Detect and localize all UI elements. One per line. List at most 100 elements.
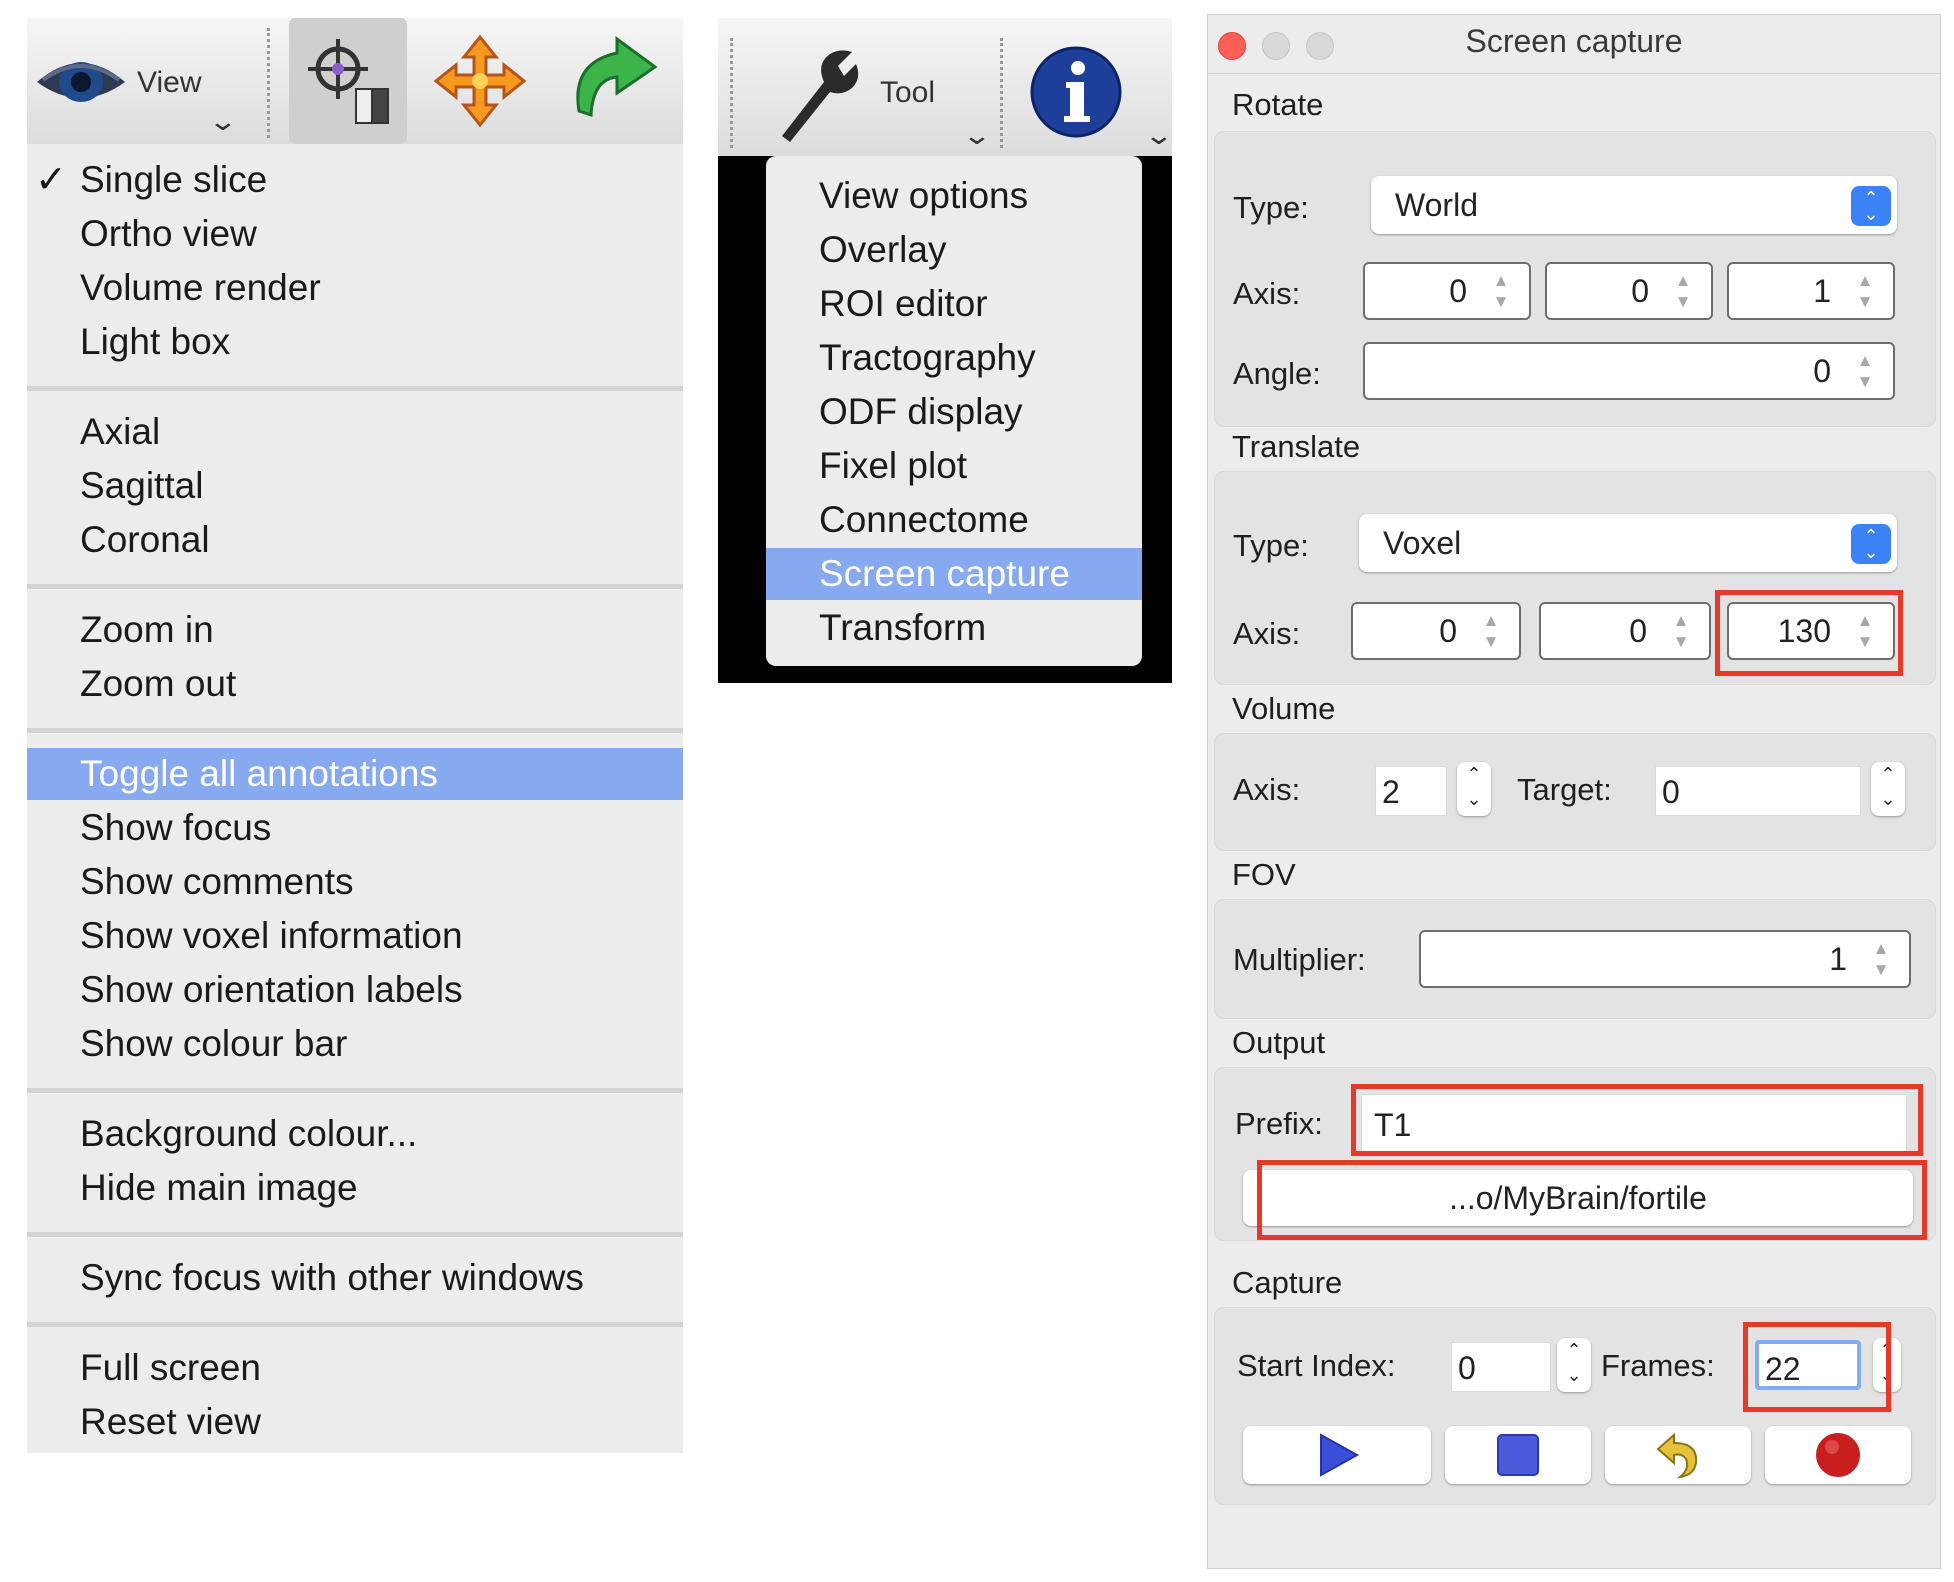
translate-axis-y-spinbox[interactable]: 0 ▲ ▼ bbox=[1539, 602, 1711, 660]
restart-button[interactable] bbox=[1605, 1426, 1751, 1484]
menu-item-show-voxel-information[interactable]: Show voxel information bbox=[27, 910, 683, 962]
menu-item-view-options[interactable]: View options bbox=[766, 170, 1142, 222]
menu-item-reset-view[interactable]: Reset view bbox=[27, 1396, 683, 1448]
capture-section-title: Capture bbox=[1232, 1265, 1343, 1300]
menu-item-transform[interactable]: Transform bbox=[766, 602, 1142, 654]
menu-item-single-slice[interactable]: ✓ Single slice bbox=[27, 154, 683, 206]
record-button[interactable] bbox=[1765, 1426, 1911, 1484]
spin-arrows-icon[interactable]: ▲ ▼ bbox=[1669, 610, 1693, 654]
menu-item-coronal[interactable]: Coronal bbox=[27, 514, 683, 566]
menu-item-axial[interactable]: Axial bbox=[27, 406, 683, 458]
menu-item-show-comments[interactable]: Show comments bbox=[27, 856, 683, 908]
view-menu-button[interactable]: View ⌄ bbox=[27, 18, 262, 144]
info-button[interactable]: ⌄ bbox=[1018, 18, 1175, 156]
spin-arrows-icon[interactable]: ▲ ▼ bbox=[1853, 270, 1877, 314]
menu-item-label: Show colour bar bbox=[80, 1023, 348, 1064]
tool-menu-button[interactable]: Tool ⌄ bbox=[738, 18, 992, 156]
volume-target-field[interactable]: 0 bbox=[1655, 766, 1861, 816]
menu-item-label: Toggle all annotations bbox=[80, 753, 438, 794]
menu-item-show-orientation-labels[interactable]: Show orientation labels bbox=[27, 964, 683, 1016]
volume-axis-field[interactable]: 2 bbox=[1375, 766, 1447, 816]
spin-arrows-icon[interactable]: ▲ ▼ bbox=[1671, 270, 1695, 314]
menu-item-label: Zoom out bbox=[80, 663, 237, 704]
rotate-tool-button[interactable] bbox=[555, 18, 675, 144]
rotate-type-select[interactable]: World ⌃ ⌄ bbox=[1371, 176, 1897, 234]
menu-item-label: Connectome bbox=[819, 499, 1029, 540]
field-value: 0 bbox=[1662, 774, 1680, 810]
menu-item-sync-focus[interactable]: Sync focus with other windows bbox=[27, 1252, 683, 1304]
menu-item-roi-editor[interactable]: ROI editor bbox=[766, 278, 1142, 330]
menu-item-overlay[interactable]: Overlay bbox=[766, 224, 1142, 276]
menu-item-label: Light box bbox=[80, 321, 231, 362]
menu-item-light-box[interactable]: Light box bbox=[27, 316, 683, 368]
menu-item-volume-render[interactable]: Volume render bbox=[27, 262, 683, 314]
menu-item-background-colour[interactable]: Background colour... bbox=[27, 1108, 683, 1160]
menu-item-sagittal[interactable]: Sagittal bbox=[27, 460, 683, 512]
menu-item-zoom-out[interactable]: Zoom out bbox=[27, 658, 683, 710]
menu-item-zoom-in[interactable]: Zoom in bbox=[27, 604, 683, 656]
focus-tool-button[interactable] bbox=[289, 18, 407, 144]
info-icon bbox=[1030, 46, 1122, 138]
volume-target-stepper[interactable]: ⌃ ⌄ bbox=[1871, 762, 1905, 816]
menu-item-label: Zoom in bbox=[80, 609, 214, 650]
menu-item-full-screen[interactable]: Full screen bbox=[27, 1342, 683, 1394]
fov-multiplier-label: Multiplier: bbox=[1233, 942, 1366, 977]
menu-item-connectome[interactable]: Connectome bbox=[766, 494, 1142, 546]
rotate-icon bbox=[576, 36, 658, 118]
checkmark-icon: ✓ bbox=[35, 159, 67, 201]
start-index-stepper[interactable]: ⌃ ⌄ bbox=[1557, 1338, 1591, 1392]
menu-item-ortho-view[interactable]: Ortho view bbox=[27, 208, 683, 260]
toolbar-separator bbox=[267, 28, 270, 138]
menu-item-label: Show focus bbox=[80, 807, 272, 848]
spin-arrows-icon[interactable]: ▲ ▼ bbox=[1853, 350, 1877, 394]
spin-value: 0 bbox=[1631, 273, 1649, 309]
spin-arrows-icon[interactable]: ▲ ▼ bbox=[1489, 270, 1513, 314]
rotate-axis-y-spinbox[interactable]: 0 ▲ ▼ bbox=[1545, 262, 1713, 320]
spin-arrows-icon[interactable]: ▲ ▼ bbox=[1479, 610, 1503, 654]
volume-axis-stepper[interactable]: ⌃ ⌄ bbox=[1457, 762, 1491, 816]
chevron-down-icon: ⌄ bbox=[207, 106, 239, 136]
rotate-axis-x-spinbox[interactable]: 0 ▲ ▼ bbox=[1363, 262, 1531, 320]
stop-button[interactable] bbox=[1445, 1426, 1591, 1484]
spin-value: 0 bbox=[1629, 613, 1647, 649]
rotate-type-value: World bbox=[1395, 187, 1478, 223]
start-index-field[interactable]: 0 bbox=[1451, 1342, 1551, 1392]
view-menu: ✓ Single slice Ortho view Volume render … bbox=[27, 144, 683, 1453]
annotation-highlight bbox=[1743, 1322, 1891, 1412]
play-button[interactable] bbox=[1243, 1426, 1431, 1484]
menu-item-label: Show comments bbox=[80, 861, 354, 902]
translate-axis-x-spinbox[interactable]: 0 ▲ ▼ bbox=[1351, 602, 1521, 660]
menu-item-show-focus[interactable]: Show focus bbox=[27, 802, 683, 854]
menu-item-odf-display[interactable]: ODF display bbox=[766, 386, 1142, 438]
fov-multiplier-spinbox[interactable]: 1 ▲ ▼ bbox=[1419, 930, 1911, 988]
pan-tool-button[interactable] bbox=[425, 18, 535, 144]
translate-type-label: Type: bbox=[1233, 528, 1309, 563]
menu-item-label: Background colour... bbox=[80, 1113, 418, 1154]
chevron-down-icon: ⌄ bbox=[1143, 120, 1175, 150]
fov-section-title: FOV bbox=[1232, 857, 1296, 892]
menu-item-hide-main-image[interactable]: Hide main image bbox=[27, 1162, 683, 1214]
menu-item-fixel-plot[interactable]: Fixel plot bbox=[766, 440, 1142, 492]
menu-item-label: Tractography bbox=[819, 337, 1036, 378]
updown-chevron-icon: ⌃ ⌄ bbox=[1851, 524, 1891, 564]
rotate-axis-z-spinbox[interactable]: 1 ▲ ▼ bbox=[1727, 262, 1895, 320]
rotate-section-title: Rotate bbox=[1232, 87, 1324, 122]
menu-item-show-colour-bar[interactable]: Show colour bar bbox=[27, 1018, 683, 1070]
rotate-type-label: Type: bbox=[1233, 190, 1309, 225]
toolbar-separator bbox=[1000, 38, 1003, 148]
translate-type-select[interactable]: Voxel ⌃ ⌄ bbox=[1359, 514, 1897, 572]
translate-group: Type: Voxel ⌃ ⌄ Axis: 0 ▲ ▼ 0 ▲ ▼ 130 ▲ ▼ bbox=[1214, 471, 1936, 685]
view-label: View bbox=[137, 66, 202, 99]
rotate-angle-spinbox[interactable]: 0 ▲ ▼ bbox=[1363, 342, 1895, 400]
menu-item-label: Overlay bbox=[819, 229, 947, 270]
menu-item-tractography[interactable]: Tractography bbox=[766, 332, 1142, 384]
menu-item-screen-capture[interactable]: Screen capture bbox=[766, 548, 1142, 600]
start-index-label: Start Index: bbox=[1237, 1348, 1396, 1383]
spin-value: 1 bbox=[1813, 273, 1831, 309]
spin-arrows-icon[interactable]: ▲ ▼ bbox=[1869, 938, 1893, 982]
menu-item-toggle-all-annotations[interactable]: Toggle all annotations bbox=[27, 748, 683, 800]
record-icon bbox=[1816, 1433, 1860, 1477]
spin-value: 0 bbox=[1449, 273, 1467, 309]
tool-panel: Tool ⌄ ⌄ View options Overlay ROI editor… bbox=[718, 18, 1175, 683]
menu-item-label: Fixel plot bbox=[819, 445, 968, 486]
